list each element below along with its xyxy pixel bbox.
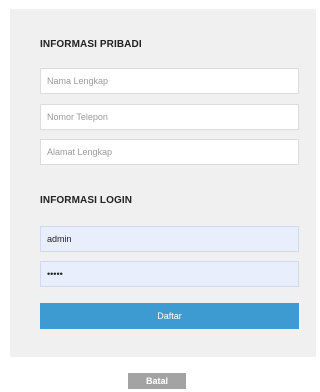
registration-card: INFORMASI PRIBADI INFORMASI LOGIN Daftar [10, 9, 316, 357]
register-button[interactable]: Daftar [40, 303, 299, 329]
cancel-button[interactable]: Batal [128, 373, 186, 389]
username-input[interactable] [40, 226, 299, 252]
login-info-heading: INFORMASI LOGIN [40, 195, 133, 206]
personal-info-heading: INFORMASI PRIBADI [40, 39, 142, 50]
phone-input[interactable] [40, 104, 299, 130]
address-input[interactable] [40, 139, 299, 165]
password-input[interactable] [40, 261, 299, 287]
full-name-input[interactable] [40, 68, 299, 94]
